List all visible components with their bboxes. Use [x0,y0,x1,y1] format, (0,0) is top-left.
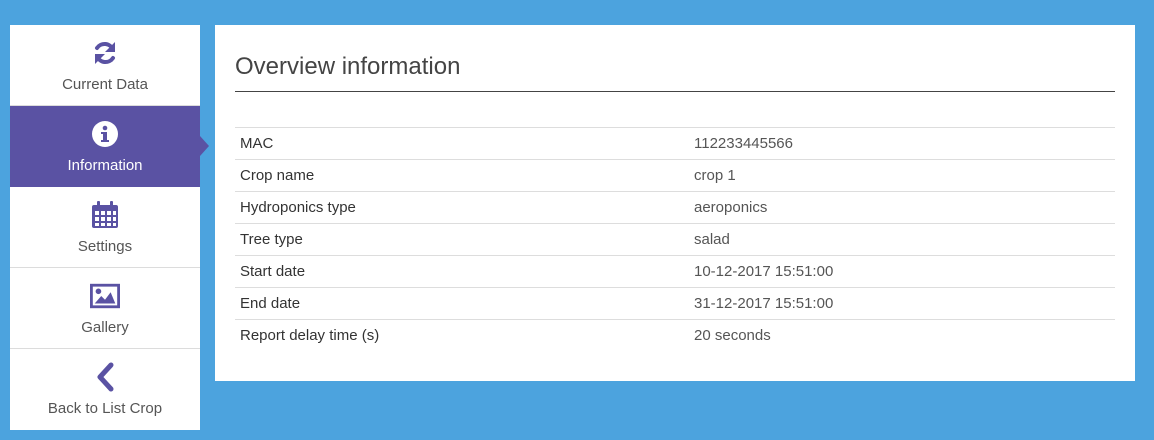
table-row: End date 31-12-2017 15:51:00 [235,287,1115,320]
sidebar-item-label: Gallery [81,318,129,336]
sidebar-item-back-to-list-crop[interactable]: Back to List Crop [10,349,200,430]
sidebar-item-label: Back to List Crop [47,400,163,417]
row-value: 20 seconds [694,327,771,345]
info-icon [90,119,120,149]
row-key: Report delay time (s) [240,327,380,345]
main-panel: Overview information MAC 112233445566 Cr… [215,25,1135,381]
table-row: MAC 112233445566 [235,127,1115,160]
sidebar-item-gallery[interactable]: Gallery [10,268,200,349]
row-key: MAC [240,135,274,152]
sidebar: Current Data Information Settings Galler… [10,25,209,430]
table-row: Hydroponics type aeroponics [235,191,1115,224]
sidebar-item-current-data[interactable]: Current Data [10,25,200,106]
row-key: Start date [240,263,306,280]
page-title: Overview information [235,53,1115,92]
table-row: Crop name crop 1 [235,159,1115,192]
chevron-left-icon [90,362,120,392]
row-key: End date [240,295,301,312]
row-key: Tree type [240,231,303,248]
table-row: Tree type salad [235,223,1115,256]
sidebar-item-label: Current Data [62,75,148,93]
sidebar-item-settings[interactable]: Settings [10,187,200,268]
calendar-icon [90,200,120,230]
sidebar-item-information[interactable]: Information [10,106,209,187]
row-key: Crop name [240,167,315,184]
sidebar-item-label: Information [67,156,143,174]
row-value: crop 1 [694,167,736,184]
image-icon [90,281,120,311]
row-value: 10-12-2017 15:51:00 [694,263,834,280]
row-value: aeroponics [694,199,768,216]
row-value: salad [694,231,730,248]
table-row: Start date 10-12-2017 15:51:00 [235,255,1115,288]
table-row: Report delay time (s) 20 seconds [235,319,1115,352]
row-key: Hydroponics type [240,199,356,216]
row-value: 31-12-2017 15:51:00 [694,295,834,312]
row-value: 112233445566 [694,135,793,152]
sidebar-item-label: Settings [77,237,133,255]
refresh-icon [90,38,120,68]
info-table: MAC 112233445566 Crop name crop 1 Hydrop… [235,127,1115,352]
